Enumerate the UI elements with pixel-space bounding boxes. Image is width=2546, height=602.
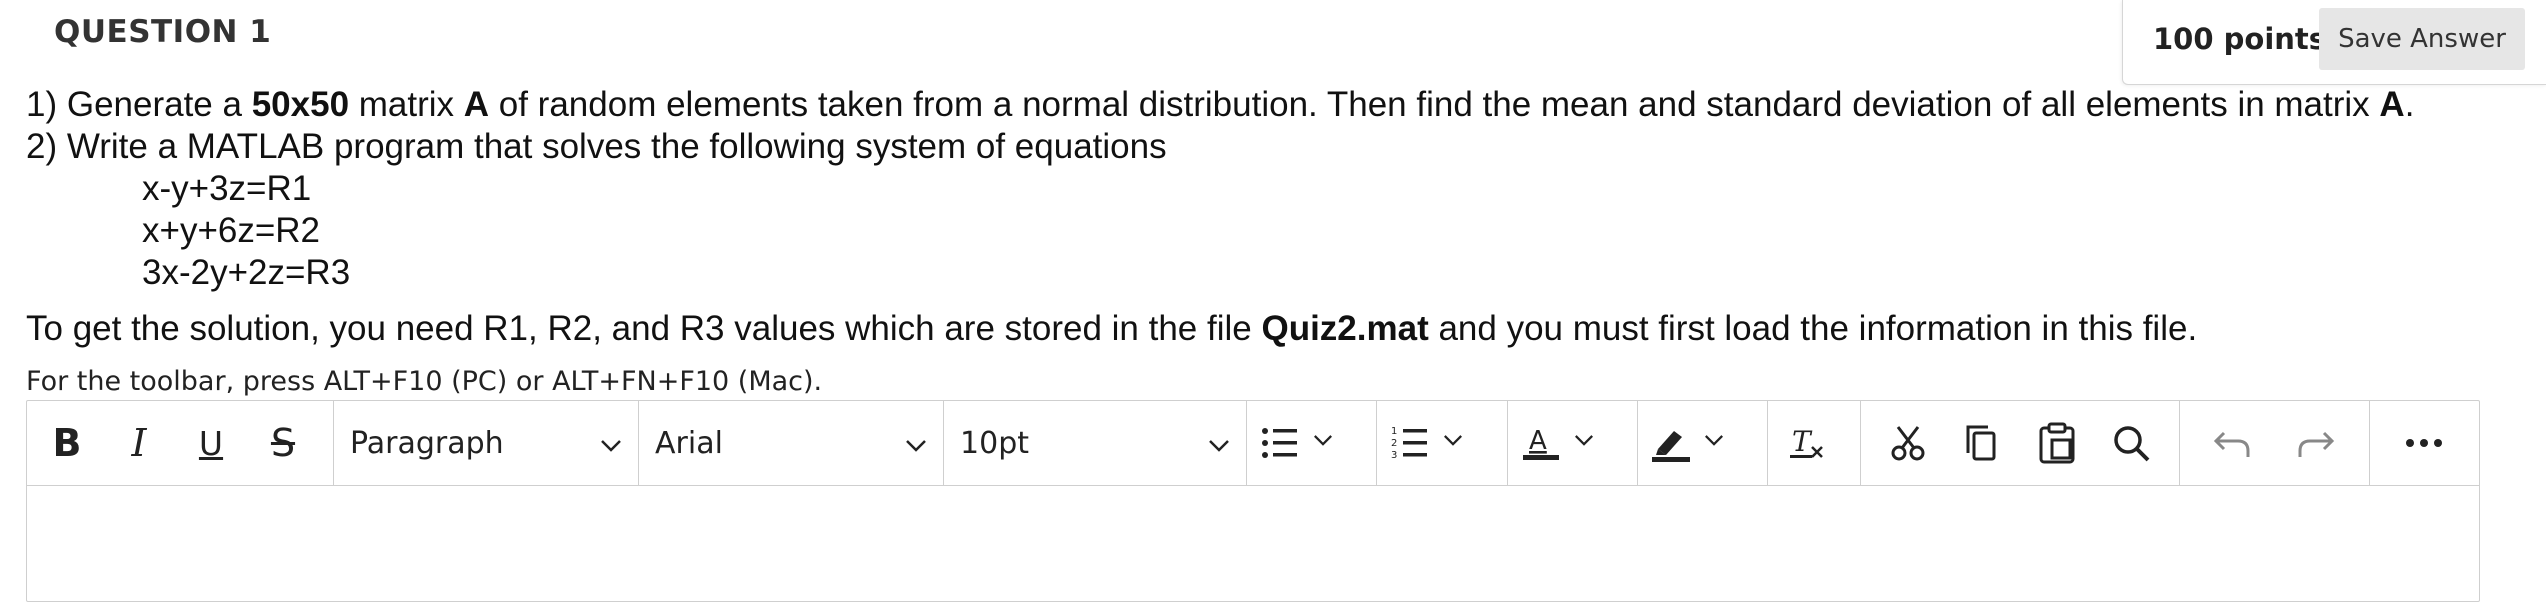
- chevron-down-icon[interactable]: [1313, 434, 1333, 452]
- answer-editor[interactable]: B I U S Paragraph Arial 10pt 1 2 3 A T: [26, 400, 2480, 602]
- italic-button[interactable]: I: [103, 413, 175, 473]
- editor-toolbar: B I U S Paragraph Arial 10pt 1 2 3 A T: [27, 401, 2479, 486]
- numbered-list-group: 1 2 3: [1377, 401, 1508, 485]
- chevron-down-icon[interactable]: [1443, 434, 1463, 452]
- text-segment: of random elements taken from a normal d…: [489, 85, 2380, 124]
- question-body: 1) Generate a 50x50 matrix A of random e…: [26, 84, 2414, 350]
- equation-2: x+y+6z=R2: [142, 211, 321, 250]
- bold-segment: 50x50: [251, 85, 350, 124]
- text-color-group: A: [1508, 401, 1638, 485]
- text-segment: 1) Generate a: [26, 85, 252, 124]
- bold-button[interactable]: B: [31, 413, 103, 473]
- font-size-value: 10pt: [960, 425, 1030, 461]
- chevron-down-icon: [600, 426, 622, 461]
- svg-text:3: 3: [1391, 450, 1397, 461]
- svg-text:2: 2: [1391, 438, 1397, 449]
- text-color-icon: A: [1518, 413, 1564, 473]
- highlight-color-button[interactable]: [1648, 413, 1724, 473]
- format-group: B I U S: [27, 401, 335, 485]
- points-label: 100 points: [2153, 22, 2327, 56]
- block-format-select[interactable]: Paragraph: [334, 426, 638, 461]
- bullet-list-button[interactable]: [1257, 413, 1333, 473]
- undo-icon[interactable]: [2204, 413, 2260, 473]
- bold-segment: A: [2379, 85, 2405, 124]
- editor-content-area[interactable]: [27, 486, 2479, 600]
- text-color-button[interactable]: A: [1518, 413, 1594, 473]
- bullet-list-group: [1247, 401, 1378, 485]
- chevron-down-icon[interactable]: [1704, 434, 1724, 452]
- equation-1: x-y+3z=R1: [142, 169, 312, 208]
- bullet-list-icon: [1257, 413, 1303, 473]
- strikethrough-button[interactable]: S: [247, 413, 319, 473]
- clipboard-group: [1861, 401, 2180, 485]
- svg-text:T: T: [1792, 425, 1813, 458]
- highlighter-icon: [1648, 413, 1694, 473]
- bold-segment: Quiz2.mat: [1261, 309, 1429, 348]
- font-size-select[interactable]: 10pt: [944, 426, 1246, 461]
- chevron-down-icon[interactable]: [1574, 434, 1594, 452]
- text-segment: .: [2404, 85, 2415, 124]
- points-panel: 100 points Save Answer: [2122, 0, 2546, 85]
- equation-3: 3x-2y+2z=R3: [142, 253, 351, 292]
- clear-formatting-icon[interactable]: T: [1778, 413, 1834, 473]
- highlight-group: [1638, 401, 1769, 485]
- bold-segment: A: [463, 85, 490, 124]
- cut-icon[interactable]: [1880, 413, 1936, 473]
- svg-text:1: 1: [1391, 426, 1397, 437]
- clear-format-group: T: [1768, 401, 1861, 485]
- font-family-value: Arial: [655, 425, 723, 461]
- chevron-down-icon: [905, 426, 927, 461]
- copy-icon[interactable]: [1954, 413, 2010, 473]
- toolbar-hint: For the toolbar, press ALT+F10 (PC) or A…: [26, 366, 823, 397]
- question-title: QUESTION 1: [54, 14, 272, 50]
- text-segment: and you must first load the information …: [1428, 309, 2198, 348]
- block-format-value: Paragraph: [350, 425, 504, 461]
- text-segment: To get the solution, you need R1, R2, an…: [26, 309, 1262, 348]
- question-line-1: 1) Generate a 50x50 matrix A of random e…: [26, 84, 2414, 126]
- paste-icon[interactable]: [2029, 413, 2085, 473]
- block-format-group: Paragraph: [334, 401, 640, 485]
- save-answer-button[interactable]: Save Answer: [2319, 8, 2525, 70]
- redo-icon[interactable]: [2288, 413, 2344, 473]
- font-size-group: 10pt: [944, 401, 1248, 485]
- underline-button[interactable]: U: [175, 413, 247, 473]
- svg-text:A: A: [1529, 426, 1547, 456]
- search-icon[interactable]: [2103, 413, 2159, 473]
- more-options-icon[interactable]: [2396, 413, 2452, 473]
- history-group: [2180, 401, 2370, 485]
- numbered-list-icon: 1 2 3: [1387, 413, 1433, 473]
- chevron-down-icon: [1208, 426, 1230, 461]
- numbered-list-button[interactable]: 1 2 3: [1387, 413, 1463, 473]
- font-family-group: Arial: [639, 401, 945, 485]
- question-line-2: 2) Write a MATLAB program that solves th…: [26, 127, 1167, 166]
- text-segment: matrix: [349, 85, 464, 124]
- question-line-3: To get the solution, you need R1, R2, an…: [26, 308, 2414, 350]
- font-family-select[interactable]: Arial: [639, 426, 943, 461]
- more-group: [2370, 401, 2479, 485]
